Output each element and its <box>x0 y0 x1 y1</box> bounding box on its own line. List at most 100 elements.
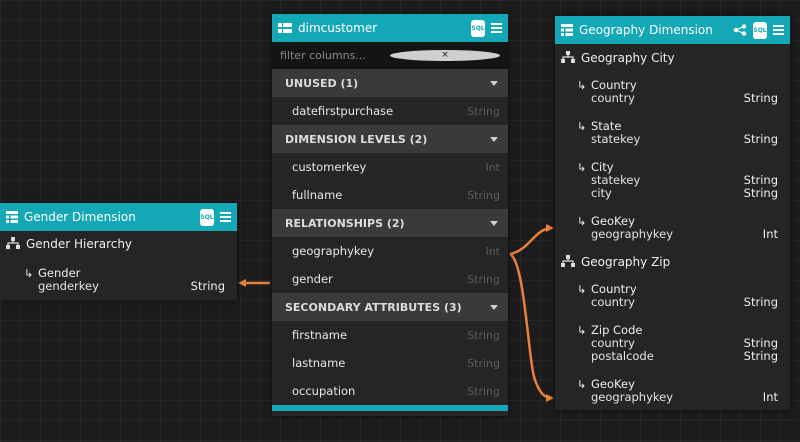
level-arrow-icon: ↳ <box>577 79 587 92</box>
level-type: String <box>743 132 778 146</box>
column-type: Int <box>485 244 500 258</box>
caret-down-icon[interactable] <box>490 136 498 142</box>
column-row[interactable]: firstname String <box>272 321 508 349</box>
geography-city-hierarchy[interactable]: Geography City <box>555 45 790 71</box>
column-type: String <box>467 104 500 118</box>
column-row[interactable]: customerkey Int <box>272 153 508 181</box>
section-relationships[interactable]: RELATIONSHIPS (2) <box>272 209 508 237</box>
sql-icon[interactable]: SQL <box>753 21 767 39</box>
menu-icon[interactable] <box>491 23 502 33</box>
filter-columns-input[interactable]: filter columns... × <box>272 42 508 69</box>
level-key: geographykey <box>591 227 674 241</box>
link-icon[interactable] <box>733 24 747 36</box>
hierarchy-label: Geography City <box>581 51 675 65</box>
hierarchy-icon <box>6 236 20 252</box>
level-state[interactable]: ↳ State statekey String <box>577 120 778 146</box>
gender-dimension-title: Gender Dimension <box>24 210 136 224</box>
level-zip-code[interactable]: ↳ Zip Code country String postalcode Strin… <box>577 324 778 363</box>
level-country[interactable]: ↳ Country country String <box>577 283 778 309</box>
clear-icon[interactable]: × <box>390 50 500 61</box>
geokey-zip-link-arrow[interactable] <box>509 252 554 402</box>
level-type: String <box>743 186 778 200</box>
level-geokey[interactable]: ↳ GeoKey geographykey Int <box>577 215 778 241</box>
caret-down-icon[interactable] <box>490 80 498 86</box>
gender-level[interactable]: ↳ Gender genderkey String <box>24 267 225 293</box>
level-arrow-icon: ↳ <box>577 215 587 228</box>
column-type: String <box>467 356 500 370</box>
menu-icon[interactable] <box>773 25 784 35</box>
hierarchy-label: Gender Hierarchy <box>26 237 133 251</box>
section-label: UNUSED (1) <box>285 76 359 90</box>
column-name: gender <box>292 272 333 286</box>
gender-hierarchy[interactable]: Gender Hierarchy <box>0 231 237 257</box>
column-type: String <box>467 328 500 342</box>
level-type: String <box>743 91 778 105</box>
dimcustomer-panel: dimcustomer SQL filter columns... × UNUS… <box>272 14 508 416</box>
geokey-city-link-arrow[interactable] <box>509 224 554 256</box>
caret-down-icon[interactable] <box>490 304 498 310</box>
column-type: String <box>467 384 500 398</box>
level-country[interactable]: ↳ Country country String <box>577 79 778 105</box>
dimcustomer-title: dimcustomer <box>298 21 378 35</box>
level-type: Int <box>762 390 778 404</box>
level-arrow-icon: ↳ <box>577 161 587 174</box>
geography-dimension-panel: Geography Dimension SQL Geography City ↳… <box>555 16 790 410</box>
hierarchy-icon <box>561 254 575 270</box>
panel-bottom-bar <box>272 405 508 411</box>
column-row[interactable]: geographykey Int <box>272 237 508 265</box>
table-icon <box>561 24 573 36</box>
level-type: String <box>743 349 778 363</box>
column-type: Int <box>485 160 500 174</box>
level-key: country <box>591 91 635 105</box>
level-type: String <box>190 279 225 293</box>
level-geokey[interactable]: ↳ GeoKey geographykey Int <box>577 378 778 404</box>
level-arrow-icon: ↳ <box>577 283 587 296</box>
column-row[interactable]: fullname String <box>272 181 508 209</box>
level-arrow-icon: ↳ <box>24 267 34 280</box>
level-key: statekey <box>591 173 641 187</box>
column-name: fullname <box>292 188 343 202</box>
column-type: String <box>467 188 500 202</box>
section-unused[interactable]: UNUSED (1) <box>272 69 508 97</box>
level-arrow-icon: ↳ <box>577 378 587 391</box>
caret-down-icon[interactable] <box>490 220 498 226</box>
column-row[interactable]: lastname String <box>272 349 508 377</box>
sql-icon[interactable]: SQL <box>200 208 214 226</box>
section-label: DIMENSION LEVELS (2) <box>285 132 428 146</box>
sql-icon[interactable]: SQL <box>471 19 485 37</box>
level-type: String <box>743 295 778 309</box>
level-arrow-icon: ↳ <box>577 120 587 133</box>
level-key: city <box>591 186 612 200</box>
hierarchy-label: Geography Zip <box>581 255 671 269</box>
gender-dimension-panel: Gender Dimension SQL Gender Hierarchy ↳ … <box>0 203 237 300</box>
section-dimension-levels[interactable]: DIMENSION LEVELS (2) <box>272 125 508 153</box>
level-type: Int <box>762 227 778 241</box>
column-name: lastname <box>292 356 346 370</box>
column-name: occupation <box>292 384 356 398</box>
level-key: statekey <box>591 132 641 146</box>
menu-icon[interactable] <box>220 212 231 222</box>
geography-dimension-title: Geography Dimension <box>579 23 713 37</box>
column-row[interactable]: gender String <box>272 265 508 293</box>
section-label: SECONDARY ATTRIBUTES (3) <box>285 300 462 314</box>
level-key: country <box>591 295 635 309</box>
gender-dimension-header[interactable]: Gender Dimension SQL <box>0 203 237 231</box>
section-secondary-attributes[interactable]: SECONDARY ATTRIBUTES (3) <box>272 293 508 321</box>
column-row[interactable]: datefirstpurchase String <box>272 97 508 125</box>
table-icon <box>6 211 18 223</box>
level-key: genderkey <box>38 279 99 293</box>
column-name: geographykey <box>292 244 375 258</box>
column-name: customerkey <box>292 160 367 174</box>
hierarchy-icon <box>561 50 575 66</box>
table-icon <box>278 23 292 33</box>
dimcustomer-header[interactable]: dimcustomer SQL <box>272 14 508 42</box>
column-row[interactable]: occupation String <box>272 377 508 405</box>
level-key: postalcode <box>591 349 654 363</box>
level-city[interactable]: ↳ City statekey String city String <box>577 161 778 200</box>
level-arrow-icon: ↳ <box>577 324 587 337</box>
filter-placeholder: filter columns... <box>280 49 366 62</box>
geography-dimension-header[interactable]: Geography Dimension SQL <box>555 16 790 44</box>
section-label: RELATIONSHIPS (2) <box>285 216 405 230</box>
geography-zip-hierarchy[interactable]: Geography Zip <box>555 249 790 275</box>
column-name: datefirstpurchase <box>292 104 394 118</box>
